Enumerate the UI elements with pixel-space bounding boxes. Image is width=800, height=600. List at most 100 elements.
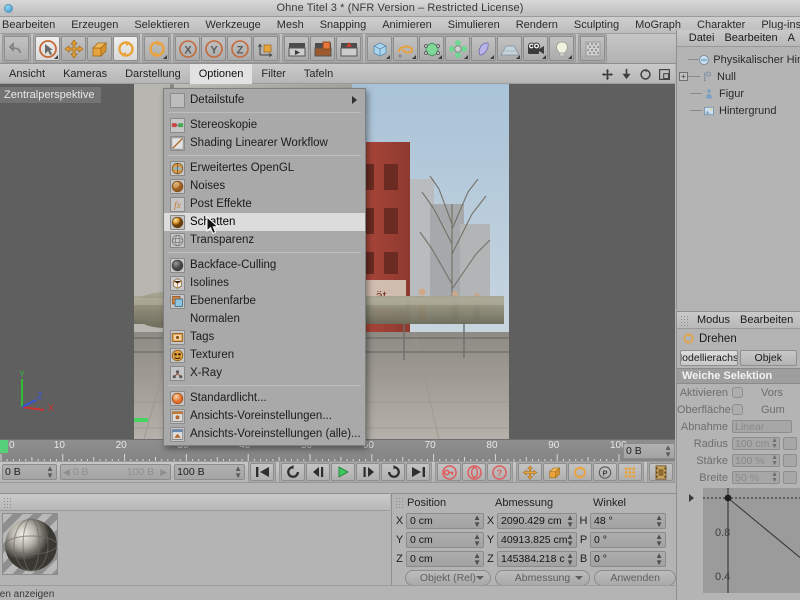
- attr-tab-modellierachse[interactable]: Modellierachse: [680, 350, 738, 366]
- coord-size-mode-button[interactable]: Abmessung: [494, 569, 591, 586]
- menu-item-rendern[interactable]: Rendern: [508, 17, 566, 34]
- menu-item-simulieren[interactable]: Simulieren: [440, 17, 508, 34]
- record-key-button[interactable]: [437, 463, 461, 481]
- go-to-start-button[interactable]: [250, 463, 274, 481]
- preview-range-field[interactable]: ◀ 0 B 100 B ▶: [59, 464, 172, 480]
- record-position-button[interactable]: [518, 463, 542, 481]
- render-region-button[interactable]: [310, 36, 335, 61]
- coord-mode-button[interactable]: Objekt (Rel): [405, 569, 491, 586]
- viewport-menu-ansicht[interactable]: Ansicht: [0, 64, 54, 84]
- spinner-arrows-icon[interactable]: ▲ ▼: [566, 514, 574, 528]
- texture-grid-button[interactable]: [580, 36, 605, 61]
- end-time-field[interactable]: 100 B ▲ ▼: [174, 464, 245, 480]
- panel-grip-icon[interactable]: [680, 32, 681, 44]
- attr-menu-modus[interactable]: Modus: [692, 314, 735, 326]
- menu-option-tags[interactable]: Tags: [164, 328, 365, 346]
- falloff-curve-panel[interactable]: 0.8 0.4: [677, 488, 800, 593]
- maximize-icon[interactable]: [658, 68, 671, 81]
- om-menu-datei[interactable]: Datei: [684, 30, 720, 47]
- spinner-arrows-icon[interactable]: ▲ ▼: [655, 514, 663, 528]
- menu-option-texturen[interactable]: Texturen: [164, 346, 365, 364]
- object-row-null[interactable]: + Null: [677, 68, 800, 85]
- range-next-arrow-icon[interactable]: ▶: [160, 467, 167, 478]
- om-menu-bearbeiten[interactable]: Bearbeiten: [719, 30, 782, 47]
- record-points-button[interactable]: [618, 463, 642, 481]
- array-button[interactable]: [445, 36, 470, 61]
- spinner-arrows-icon[interactable]: ▲ ▼: [771, 438, 778, 449]
- menu-option-normalen[interactable]: Normalen: [164, 310, 365, 328]
- deformer-button[interactable]: [471, 36, 496, 61]
- panel-grip-icon[interactable]: [3, 496, 12, 508]
- spinner-arrows-icon[interactable]: ▲ ▼: [473, 533, 481, 547]
- rotate-alt-button[interactable]: [144, 36, 169, 61]
- timeline-window-button[interactable]: [649, 463, 673, 481]
- light-button[interactable]: [549, 36, 574, 61]
- spinner-arrows-icon[interactable]: ▲ ▼: [655, 533, 663, 547]
- viewport-menu-darstellung[interactable]: Darstellung: [116, 64, 190, 84]
- menu-option-standardlicht[interactable]: Standardlicht...: [164, 389, 365, 407]
- menu-item-selektieren[interactable]: Selektieren: [126, 17, 197, 34]
- angle-field-p[interactable]: 0 ° ▲ ▼: [590, 531, 666, 548]
- om-menu-a[interactable]: A: [783, 30, 800, 47]
- move-tool-button[interactable]: [61, 36, 86, 61]
- spinner-arrows-icon[interactable]: ▲ ▼: [771, 455, 778, 466]
- attr-field-extra[interactable]: [783, 454, 797, 467]
- object-row-hintergrund[interactable]: Hintergrund: [677, 102, 800, 119]
- window-control-icon[interactable]: [4, 4, 13, 13]
- menu-item-snapping[interactable]: Snapping: [312, 17, 375, 34]
- angle-field-b[interactable]: 0 ° ▲ ▼: [590, 550, 666, 567]
- menu-item-sculpting[interactable]: Sculpting: [566, 17, 627, 34]
- menu-option-ansichts-voreinstellungen-alle[interactable]: Ansichts-Voreinstellungen (alle)...: [164, 425, 365, 443]
- menu-item-werkzeuge[interactable]: Werkzeuge: [197, 17, 268, 34]
- panel-grip-icon[interactable]: [395, 497, 404, 508]
- material-thumbnail[interactable]: at: [2, 513, 58, 575]
- spinner-arrows-icon[interactable]: ▲ ▼: [473, 552, 481, 566]
- menu-option-post-effekte[interactable]: fx Post Effekte: [164, 195, 365, 213]
- go-to-end-button[interactable]: [406, 463, 430, 481]
- record-parameter-button[interactable]: P: [593, 463, 617, 481]
- attr-field-stärke[interactable]: 100 % ▲ ▼: [732, 454, 780, 467]
- attr-menu-bearbeiten[interactable]: Bearbeiten: [735, 314, 798, 326]
- attr-field-extra[interactable]: [783, 471, 797, 484]
- menu-item-mesh[interactable]: Mesh: [269, 17, 312, 34]
- step-back-button[interactable]: [306, 463, 330, 481]
- position-field-y[interactable]: 0 cm ▲ ▼: [406, 531, 484, 548]
- size-field-z[interactable]: 145384.218 c ▲ ▼: [497, 550, 577, 567]
- position-field-z[interactable]: 0 cm ▲ ▼: [406, 550, 484, 567]
- axis-z-button[interactable]: Z: [227, 36, 252, 61]
- menu-item-animieren[interactable]: Animieren: [374, 17, 440, 34]
- menu-option-transparenz[interactable]: Transparenz: [164, 231, 365, 249]
- select-tool-button[interactable]: [35, 36, 60, 61]
- falloff-graph[interactable]: 0.8 0.4: [703, 488, 800, 593]
- position-field-x[interactable]: 0 cm ▲ ▼: [406, 512, 484, 529]
- scale-tool-button[interactable]: [87, 36, 112, 61]
- pan-icon[interactable]: [601, 68, 614, 81]
- spline-button[interactable]: [393, 36, 418, 61]
- menu-option-isolines[interactable]: Isolines: [164, 274, 365, 292]
- current-time-field[interactable]: 0 B ▲ ▼: [2, 464, 57, 480]
- menu-option-schatten[interactable]: Schatten: [164, 213, 365, 231]
- render-view-button[interactable]: [284, 36, 309, 61]
- rotate-tool-button[interactable]: [113, 36, 138, 61]
- attr-checkbox[interactable]: [732, 387, 743, 398]
- panel-grip-icon[interactable]: [680, 314, 689, 326]
- attr-tab-objek[interactable]: Objek: [739, 350, 797, 366]
- attribute-tabs[interactable]: ModellierachseObjek: [677, 348, 800, 368]
- expand-toggle-icon[interactable]: +: [679, 72, 688, 81]
- menu-option-ebenenfarbe[interactable]: Ebenenfarbe: [164, 292, 365, 310]
- expand-triangle-icon[interactable]: [689, 494, 694, 502]
- menu-option-detailstufe[interactable]: Detailstufe: [164, 91, 365, 109]
- viewport-menu-optionen[interactable]: Optionen: [189, 63, 253, 84]
- menu-option-noises[interactable]: Noises: [164, 177, 365, 195]
- record-scale-button[interactable]: [543, 463, 567, 481]
- loop-button[interactable]: [381, 463, 405, 481]
- viewport-menu-filter[interactable]: Filter: [252, 64, 294, 84]
- undo-button[interactable]: [4, 36, 29, 61]
- object-tree[interactable]: Physikalischer Himm + Null Figur Hintergrund: [677, 47, 800, 119]
- menu-option-backface-culling[interactable]: Backface-Culling: [164, 256, 365, 274]
- object-row-figur[interactable]: Figur: [677, 85, 800, 102]
- axis-x-button[interactable]: X: [175, 36, 200, 61]
- key-selection-button[interactable]: ?: [487, 463, 511, 481]
- orbit-icon[interactable]: [639, 68, 652, 81]
- record-rotation-button[interactable]: [568, 463, 592, 481]
